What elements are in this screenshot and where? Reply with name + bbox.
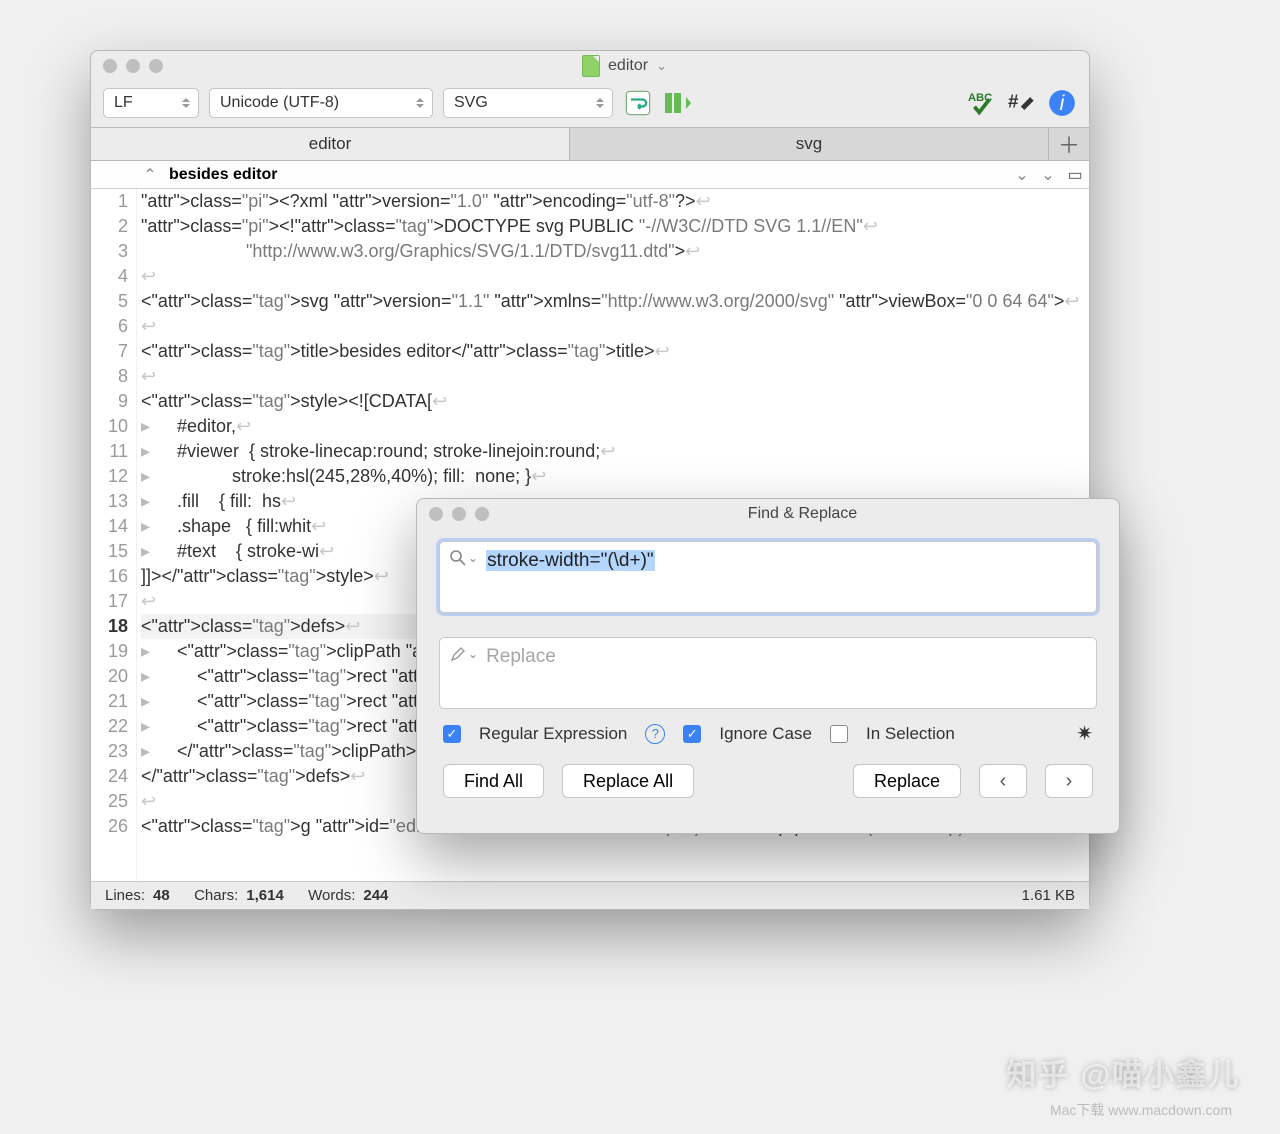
panel-title: Find & Replace: [498, 505, 1107, 523]
panel-titlebar: Find & Replace: [417, 499, 1119, 529]
document-icon: [582, 55, 600, 77]
replace-placeholder: Replace: [486, 646, 556, 668]
watermark-small: Mac下载 www.macdown.com: [1050, 1100, 1232, 1120]
regex-checkbox[interactable]: ✓: [443, 725, 461, 743]
panel-minimize-button[interactable]: [452, 507, 466, 521]
titlebar: editor ⌄: [91, 51, 1089, 81]
tab-svg[interactable]: svg: [570, 128, 1049, 160]
status-words: 244: [363, 887, 388, 904]
ignorecase-checkbox[interactable]: ✓: [683, 725, 701, 743]
window-minimize-button[interactable]: [126, 59, 140, 73]
status-lines: 48: [153, 887, 170, 904]
options-row: ✓ Regular Expression ? ✓ Ignore Case In …: [417, 721, 1119, 746]
svg-text:#: #: [1008, 91, 1019, 112]
status-bar: Lines: 48 Chars: 1,614 Words: 244 1.61 K…: [91, 881, 1089, 909]
spellcheck-icon[interactable]: ABC: [967, 88, 997, 118]
line-gutter: 1234567891011121314151617181920212223242…: [91, 189, 137, 881]
tab-add-button[interactable]: ＋: [1049, 128, 1089, 160]
toolbar: LF Unicode (UTF-8) SVG ABC # i: [91, 81, 1089, 127]
nav-up-icon[interactable]: ⌃: [137, 165, 163, 185]
tab-editor[interactable]: editor: [91, 128, 570, 160]
find-replace-panel: Find & Replace ⌄ stroke-width="(\d+)" ⌄ …: [416, 498, 1120, 834]
replace-button[interactable]: Replace: [853, 764, 961, 798]
symbol-dropdown-icon[interactable]: ⌄: [1009, 165, 1035, 185]
color-picker-icon[interactable]: #: [1007, 88, 1037, 118]
find-field[interactable]: ⌄ stroke-width="(\d+)": [439, 541, 1097, 613]
panel-close-button[interactable]: [429, 507, 443, 521]
columns-icon[interactable]: [663, 88, 693, 118]
nav-down-icon[interactable]: ⌄: [1035, 165, 1061, 185]
inselection-label: In Selection: [866, 724, 955, 744]
info-icon[interactable]: i: [1047, 88, 1077, 118]
status-words-label: Words:: [308, 887, 355, 904]
watermark: 知乎 @喵小鑫儿: [1006, 1050, 1240, 1094]
find-value: stroke-width="(\d+)": [486, 550, 655, 571]
status-lines-label: Lines:: [105, 887, 145, 904]
status-size: 1.61 KB: [1022, 887, 1075, 904]
find-all-button[interactable]: Find All: [443, 764, 544, 798]
pencil-icon[interactable]: ⌄: [450, 646, 478, 662]
line-ending-select[interactable]: LF: [103, 88, 199, 118]
title-dropdown-icon[interactable]: ⌄: [656, 58, 667, 74]
wrap-icon[interactable]: [623, 88, 653, 118]
search-icon[interactable]: ⌄: [450, 550, 478, 566]
inselection-checkbox[interactable]: [830, 725, 848, 743]
syntax-select[interactable]: SVG: [443, 88, 613, 118]
prev-match-button[interactable]: ‹: [979, 764, 1027, 798]
status-chars: 1,614: [246, 887, 284, 904]
tab-bar: editor svg ＋: [91, 127, 1089, 161]
window-title: editor: [608, 57, 648, 75]
encoding-select[interactable]: Unicode (UTF-8): [209, 88, 433, 118]
next-match-button[interactable]: ›: [1045, 764, 1093, 798]
replace-field[interactable]: ⌄ Replace: [439, 637, 1097, 709]
replace-all-button[interactable]: Replace All: [562, 764, 694, 798]
symbol-label[interactable]: besides editor: [163, 166, 1009, 184]
symbol-bar: ⌃ besides editor ⌄ ⌄ ▭: [91, 161, 1089, 189]
regex-label: Regular Expression: [479, 724, 627, 744]
window-zoom-button[interactable]: [149, 59, 163, 73]
gear-icon[interactable]: ✷: [1076, 721, 1093, 746]
regex-help-icon[interactable]: ?: [645, 724, 665, 744]
split-icon[interactable]: ▭: [1061, 165, 1089, 185]
ignorecase-label: Ignore Case: [719, 724, 812, 744]
panel-zoom-button[interactable]: [475, 507, 489, 521]
button-row: Find All Replace All Replace ‹ ›: [417, 746, 1119, 798]
status-chars-label: Chars:: [194, 887, 238, 904]
window-close-button[interactable]: [103, 59, 117, 73]
